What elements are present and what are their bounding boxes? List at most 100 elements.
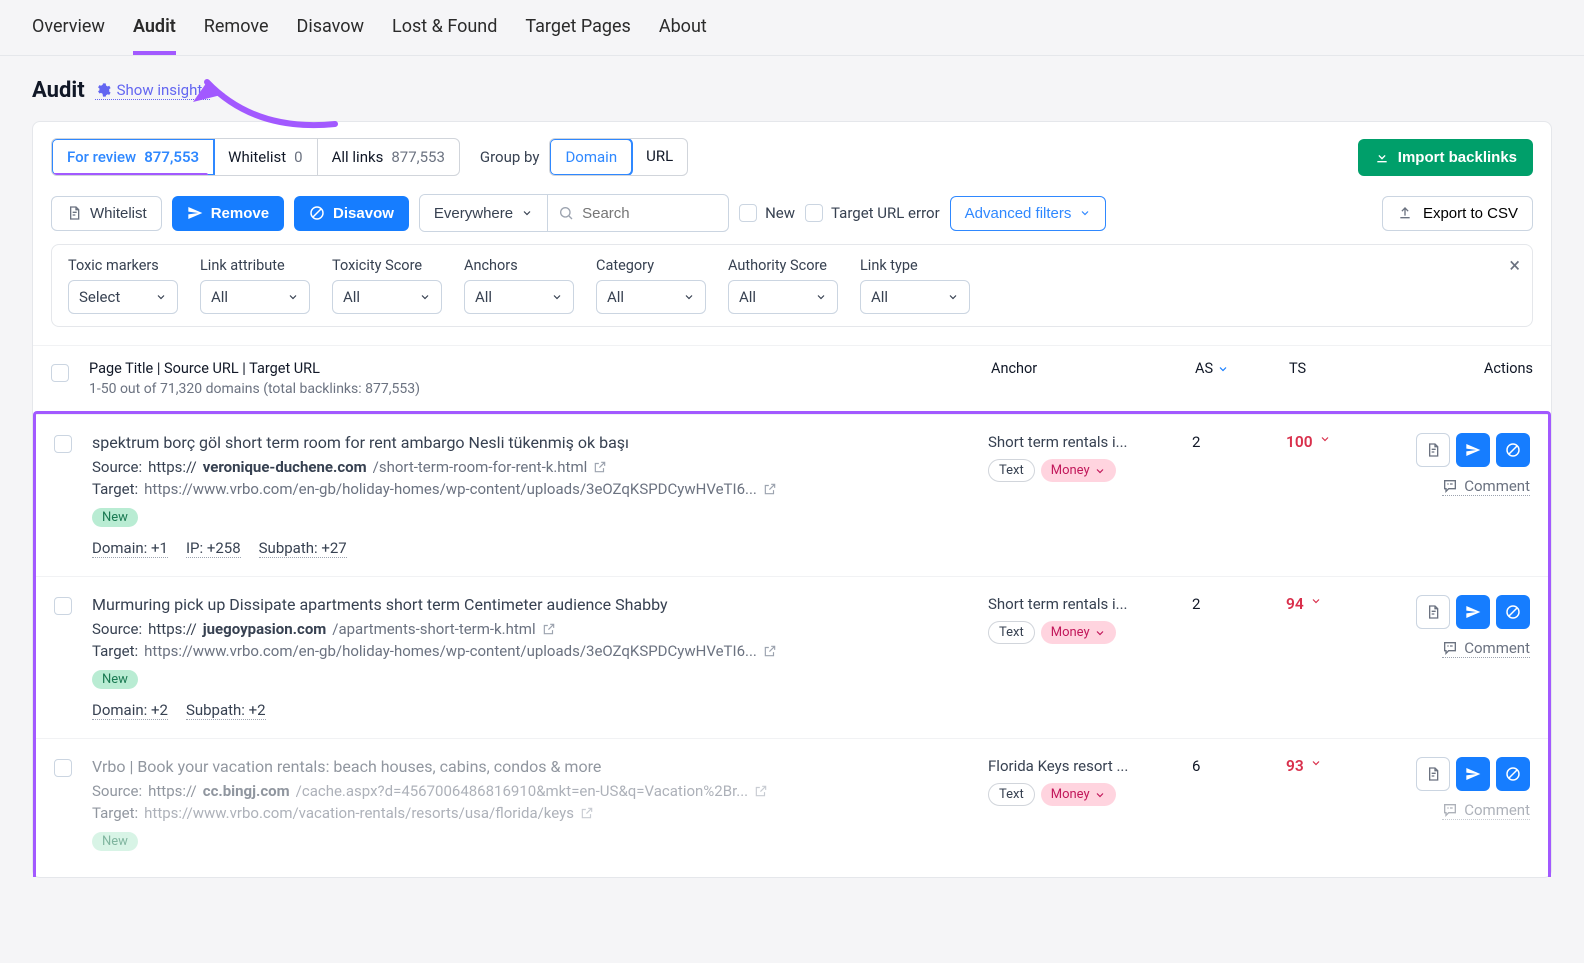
external-link-icon	[763, 482, 777, 496]
chevron-down-icon	[1217, 363, 1229, 375]
new-checkbox[interactable]: New	[739, 204, 795, 222]
comment-icon	[1442, 478, 1458, 494]
row-title: Vrbo | Book your vacation rentals: beach…	[92, 757, 974, 776]
filter-toxic-markers-select[interactable]: Select	[68, 280, 178, 314]
ip-count-link[interactable]: IP: +258	[186, 539, 241, 558]
new-badge: New	[92, 508, 138, 527]
action-disavow-icon[interactable]	[1496, 433, 1530, 467]
nav-remove[interactable]: Remove	[204, 16, 269, 55]
filter-category-select[interactable]: All	[596, 280, 706, 314]
doc-icon	[1425, 604, 1441, 620]
action-whitelist-icon[interactable]	[1416, 433, 1450, 467]
tab-for-review[interactable]: For review 877,553	[51, 138, 215, 176]
chevron-down-icon	[1319, 433, 1331, 445]
filter-toxicity-score-select[interactable]: All	[332, 280, 442, 314]
row-target[interactable]: Target: https://www.vrbo.com/en-gb/holid…	[92, 642, 974, 660]
chevron-down-icon	[419, 291, 431, 303]
chevron-down-icon	[947, 291, 959, 303]
as-value: 6	[1192, 757, 1272, 859]
new-badge: New	[92, 832, 138, 851]
chevron-down-icon	[1310, 595, 1322, 607]
filter-authority-score-label: Authority Score	[728, 257, 838, 274]
action-whitelist-icon[interactable]	[1416, 595, 1450, 629]
advanced-filters-button[interactable]: Advanced filters	[950, 196, 1107, 231]
anchor-money-badge[interactable]: Money	[1041, 459, 1116, 482]
top-nav: Overview Audit Remove Disavow Lost & Fou…	[0, 0, 1584, 56]
upload-icon	[1397, 205, 1413, 221]
ts-value[interactable]: 94	[1286, 595, 1386, 720]
anchor-money-badge[interactable]: Money	[1041, 621, 1116, 644]
col-actions: Actions	[1403, 360, 1533, 377]
col-subtitle: 1-50 out of 71,320 domains (total backli…	[89, 381, 977, 397]
group-by-domain[interactable]: Domain	[549, 138, 633, 176]
nav-disavow[interactable]: Disavow	[297, 16, 365, 55]
row-target[interactable]: Target: https://www.vrbo.com/en-gb/holid…	[92, 480, 974, 498]
target-url-error-checkbox[interactable]: Target URL error	[805, 204, 940, 222]
action-whitelist-icon[interactable]	[1416, 757, 1450, 791]
row-target[interactable]: Target: https://www.vrbo.com/vacation-re…	[92, 804, 974, 822]
ts-value[interactable]: 93	[1286, 757, 1386, 859]
col-as[interactable]: AS	[1195, 360, 1275, 377]
gear-icon	[95, 82, 111, 98]
row-source[interactable]: Source: https://cc.bingj.com/cache.aspx?…	[92, 782, 974, 800]
subpath-count-link[interactable]: Subpath: +27	[259, 539, 347, 558]
filter-anchors-select[interactable]: All	[464, 280, 574, 314]
chevron-down-icon	[1094, 627, 1106, 639]
filter-link-attribute-select[interactable]: All	[200, 280, 310, 314]
anchor-type-text-badge: Text	[988, 459, 1035, 482]
page-title: Audit	[32, 78, 85, 103]
anchor-text: Short term rentals i...	[988, 595, 1178, 613]
remove-button[interactable]: Remove	[172, 196, 284, 231]
nav-target-pages[interactable]: Target Pages	[525, 16, 630, 55]
action-disavow-icon[interactable]	[1496, 595, 1530, 629]
import-backlinks-button[interactable]: Import backlinks	[1358, 139, 1533, 176]
send-icon	[1465, 604, 1481, 620]
block-icon	[309, 205, 325, 221]
nav-lost-found[interactable]: Lost & Found	[392, 16, 497, 55]
comment-link[interactable]: Comment	[1442, 477, 1530, 496]
filter-authority-score-select[interactable]: All	[728, 280, 838, 314]
domain-count-link[interactable]: Domain: +1	[92, 539, 168, 558]
search-input[interactable]	[548, 195, 728, 231]
filter-link-type-select[interactable]: All	[860, 280, 970, 314]
search-group: Everywhere	[419, 194, 729, 232]
row-checkbox[interactable]	[54, 435, 72, 453]
comment-icon	[1442, 802, 1458, 818]
scope-dropdown[interactable]: Everywhere	[420, 195, 548, 231]
nav-audit[interactable]: Audit	[133, 16, 176, 55]
group-by-url[interactable]: URL	[632, 139, 687, 175]
tab-whitelist[interactable]: Whitelist 0	[214, 139, 317, 175]
whitelist-button[interactable]: Whitelist	[51, 196, 162, 231]
action-remove-icon[interactable]	[1456, 595, 1490, 629]
comment-link[interactable]: Comment	[1442, 801, 1530, 820]
row-title: spektrum borç göl short term room for re…	[92, 433, 974, 452]
disavow-button[interactable]: Disavow	[294, 196, 409, 231]
subpath-count-link[interactable]: Subpath: +2	[186, 701, 266, 720]
nav-about[interactable]: About	[659, 16, 707, 55]
row-checkbox[interactable]	[54, 759, 72, 777]
tab-all-links[interactable]: All links 877,553	[318, 139, 459, 175]
select-all-checkbox[interactable]	[51, 364, 69, 382]
action-remove-icon[interactable]	[1456, 433, 1490, 467]
filter-anchors-label: Anchors	[464, 257, 574, 274]
as-value: 2	[1192, 595, 1272, 720]
action-disavow-icon[interactable]	[1496, 757, 1530, 791]
action-remove-icon[interactable]	[1456, 757, 1490, 791]
domain-count-link[interactable]: Domain: +2	[92, 701, 168, 720]
show-insights-link[interactable]: Show insights	[95, 81, 210, 100]
ts-value[interactable]: 100	[1286, 433, 1386, 558]
external-link-icon	[763, 644, 777, 658]
filter-toxic-markers-label: Toxic markers	[68, 257, 178, 274]
export-csv-button[interactable]: Export to CSV	[1382, 196, 1533, 231]
filter-link-attribute-label: Link attribute	[200, 257, 310, 274]
nav-overview[interactable]: Overview	[32, 16, 105, 55]
row-source[interactable]: Source: https://juegoypasion.com/apartme…	[92, 620, 974, 638]
filter-link-type-label: Link type	[860, 257, 970, 274]
comment-link[interactable]: Comment	[1442, 639, 1530, 658]
row-source[interactable]: Source: https://veronique-duchene.com/sh…	[92, 458, 974, 476]
row-checkbox[interactable]	[54, 597, 72, 615]
close-filters-icon[interactable]: ×	[1509, 253, 1520, 277]
chevron-down-icon	[287, 291, 299, 303]
anchor-money-badge[interactable]: Money	[1041, 783, 1116, 806]
chevron-down-icon	[1094, 465, 1106, 477]
